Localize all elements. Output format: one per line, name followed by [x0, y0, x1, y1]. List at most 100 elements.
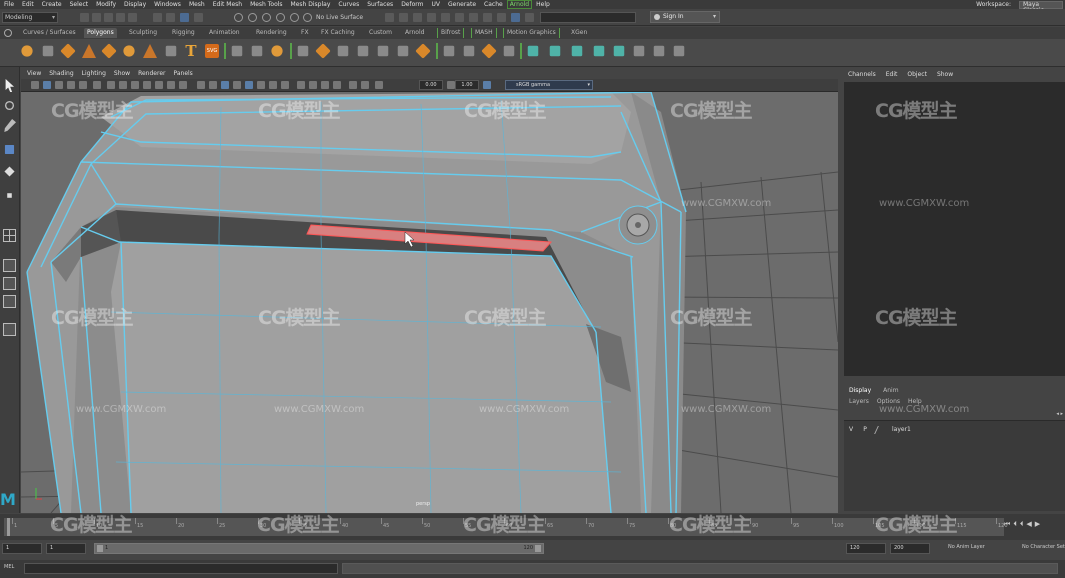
soft-select-icon[interactable]: [673, 45, 685, 57]
shadows-icon[interactable]: [257, 81, 265, 89]
poly-svg-icon[interactable]: SVG: [205, 44, 219, 58]
select-hierarchy-icon[interactable]: [153, 13, 162, 22]
menu-edit[interactable]: Edit: [18, 1, 38, 8]
ipr-render-icon[interactable]: [399, 13, 408, 22]
menu-cache[interactable]: Cache: [480, 1, 507, 8]
single-view-layout-icon[interactable]: [3, 259, 16, 272]
combine-icon[interactable]: [231, 45, 243, 57]
paint-select-icon[interactable]: [4, 119, 16, 132]
motion-blur-icon[interactable]: [281, 81, 289, 89]
gamma-icon[interactable]: [447, 81, 455, 89]
history-icon[interactable]: [303, 13, 312, 22]
tab-curves-surfaces[interactable]: Curves / Surfaces: [20, 28, 79, 38]
two-view-layout-icon[interactable]: [3, 277, 16, 290]
outliner-layout-icon[interactable]: [3, 295, 16, 308]
channel-box-area[interactable]: [844, 82, 1065, 376]
step-back-key-icon[interactable]: ⏴: [1013, 520, 1017, 529]
tab-rigging[interactable]: Rigging: [169, 28, 198, 38]
sign-in-button[interactable]: Sign In: [650, 11, 720, 23]
depth-of-field-icon[interactable]: [361, 81, 369, 89]
redo-icon[interactable]: [128, 13, 137, 22]
workspace-select[interactable]: Maya Classic: [1019, 0, 1063, 13]
menu-mesh-display[interactable]: Mesh Display: [287, 1, 335, 8]
planar-map-icon[interactable]: [549, 45, 561, 57]
tab-fx-caching[interactable]: FX Caching: [318, 28, 358, 38]
image-plane-icon[interactable]: [67, 81, 75, 89]
snap-view-plane-icon[interactable]: [276, 13, 285, 22]
edit-menu[interactable]: Edit: [886, 71, 898, 78]
menu-mesh[interactable]: Mesh: [185, 1, 209, 8]
four-view-layout-icon[interactable]: [3, 229, 16, 242]
perspective-viewport[interactable]: View Shading Lighting Show Renderer Pane…: [21, 68, 838, 513]
layer-order-arrows-icon[interactable]: ◂ ▸: [1056, 411, 1063, 417]
wireframe-on-shaded-icon[interactable]: [221, 81, 229, 89]
render-view-icon[interactable]: [427, 13, 436, 22]
hypershade-icon[interactable]: [441, 13, 450, 22]
separate-icon[interactable]: [251, 45, 263, 57]
isolate-select-icon[interactable]: [297, 81, 305, 89]
menu-modify[interactable]: Modify: [92, 1, 120, 8]
layer-row[interactable]: V P layer1: [844, 424, 1065, 435]
grease-pencil-icon[interactable]: [93, 81, 101, 89]
automatic-map-icon[interactable]: [571, 45, 583, 57]
poly-cube-icon[interactable]: [42, 45, 54, 57]
shelf-gear-icon[interactable]: [4, 29, 12, 37]
viewport-menu-shading[interactable]: Shading: [49, 70, 73, 77]
snap-curve-icon[interactable]: [248, 13, 257, 22]
channel-box-toggle-icon[interactable]: [511, 13, 520, 22]
undo-icon[interactable]: [116, 13, 125, 22]
tab-sculpting[interactable]: Sculpting: [126, 28, 160, 38]
poly-cylinder-icon[interactable]: [60, 43, 76, 59]
layer-list[interactable]: V P layer1: [844, 420, 1065, 511]
modeling-toolkit-icon[interactable]: [483, 13, 492, 22]
layout-icon[interactable]: [633, 45, 645, 57]
tab-fx[interactable]: FX: [298, 28, 312, 38]
poly-pyramid-icon[interactable]: [143, 44, 157, 58]
poly-torus-icon[interactable]: [123, 45, 135, 57]
viewport-menu-renderer[interactable]: Renderer: [138, 70, 165, 77]
uv-editor-icon[interactable]: [527, 45, 539, 57]
menu-set-select[interactable]: Modeling: [2, 12, 58, 23]
save-scene-icon[interactable]: [104, 13, 113, 22]
show-menu[interactable]: Show: [937, 71, 953, 78]
resolution-gate-icon[interactable]: [131, 81, 139, 89]
rotate-tool-icon[interactable]: [4, 166, 15, 177]
color-management-icon[interactable]: [483, 81, 491, 89]
time-slider[interactable]: 1 5 10 15 20 25 30 35 40 45 50 55 60 65 70 75 80 85 90 95 10…: [0, 514, 1065, 540]
multi-cut-icon[interactable]: [415, 43, 431, 59]
play-forwards-icon[interactable]: ▶: [1035, 520, 1040, 529]
two-d-pan-icon[interactable]: [79, 81, 87, 89]
menu-mesh-tools[interactable]: Mesh Tools: [246, 1, 286, 8]
viewport-menu-show[interactable]: Show: [114, 70, 130, 77]
viewport-menu-view[interactable]: View: [27, 70, 41, 77]
poly-pipe-icon[interactable]: [165, 45, 177, 57]
command-input[interactable]: [24, 563, 338, 574]
textured-icon[interactable]: [233, 81, 241, 89]
menu-uv[interactable]: UV: [428, 1, 445, 8]
attribute-editor-toggle-icon[interactable]: [497, 13, 506, 22]
quad-draw-icon[interactable]: [503, 45, 515, 57]
arnold-render-icon[interactable]: [455, 13, 464, 22]
film-gate-icon[interactable]: [119, 81, 127, 89]
bridge-icon[interactable]: [357, 45, 369, 57]
xray-active-icon[interactable]: [333, 81, 341, 89]
move-tool-icon[interactable]: [4, 144, 15, 155]
layers-menu[interactable]: Layers: [849, 398, 869, 405]
exposure-icon[interactable]: [375, 81, 383, 89]
scale-tool-icon[interactable]: [7, 193, 12, 198]
cylindrical-map-icon[interactable]: [593, 45, 605, 57]
xray-joints-icon[interactable]: [321, 81, 329, 89]
menu-select[interactable]: Select: [66, 1, 93, 8]
boolean-union-icon[interactable]: [297, 45, 309, 57]
menu-help[interactable]: Help: [532, 1, 554, 8]
tab-arnold[interactable]: Arnold: [402, 28, 427, 38]
tool-settings-toggle-icon[interactable]: [525, 13, 534, 22]
menu-arnold[interactable]: Arnold: [506, 0, 533, 9]
animation-start-field[interactable]: 1: [2, 543, 42, 554]
snap-point-icon[interactable]: [262, 13, 271, 22]
playback-end-field[interactable]: 120: [846, 543, 886, 554]
character-set-select[interactable]: No Character Set: [1022, 544, 1065, 550]
tab-custom[interactable]: Custom: [366, 28, 395, 38]
go-to-start-icon[interactable]: ⏮: [1004, 520, 1010, 529]
select-camera-icon[interactable]: [31, 81, 39, 89]
